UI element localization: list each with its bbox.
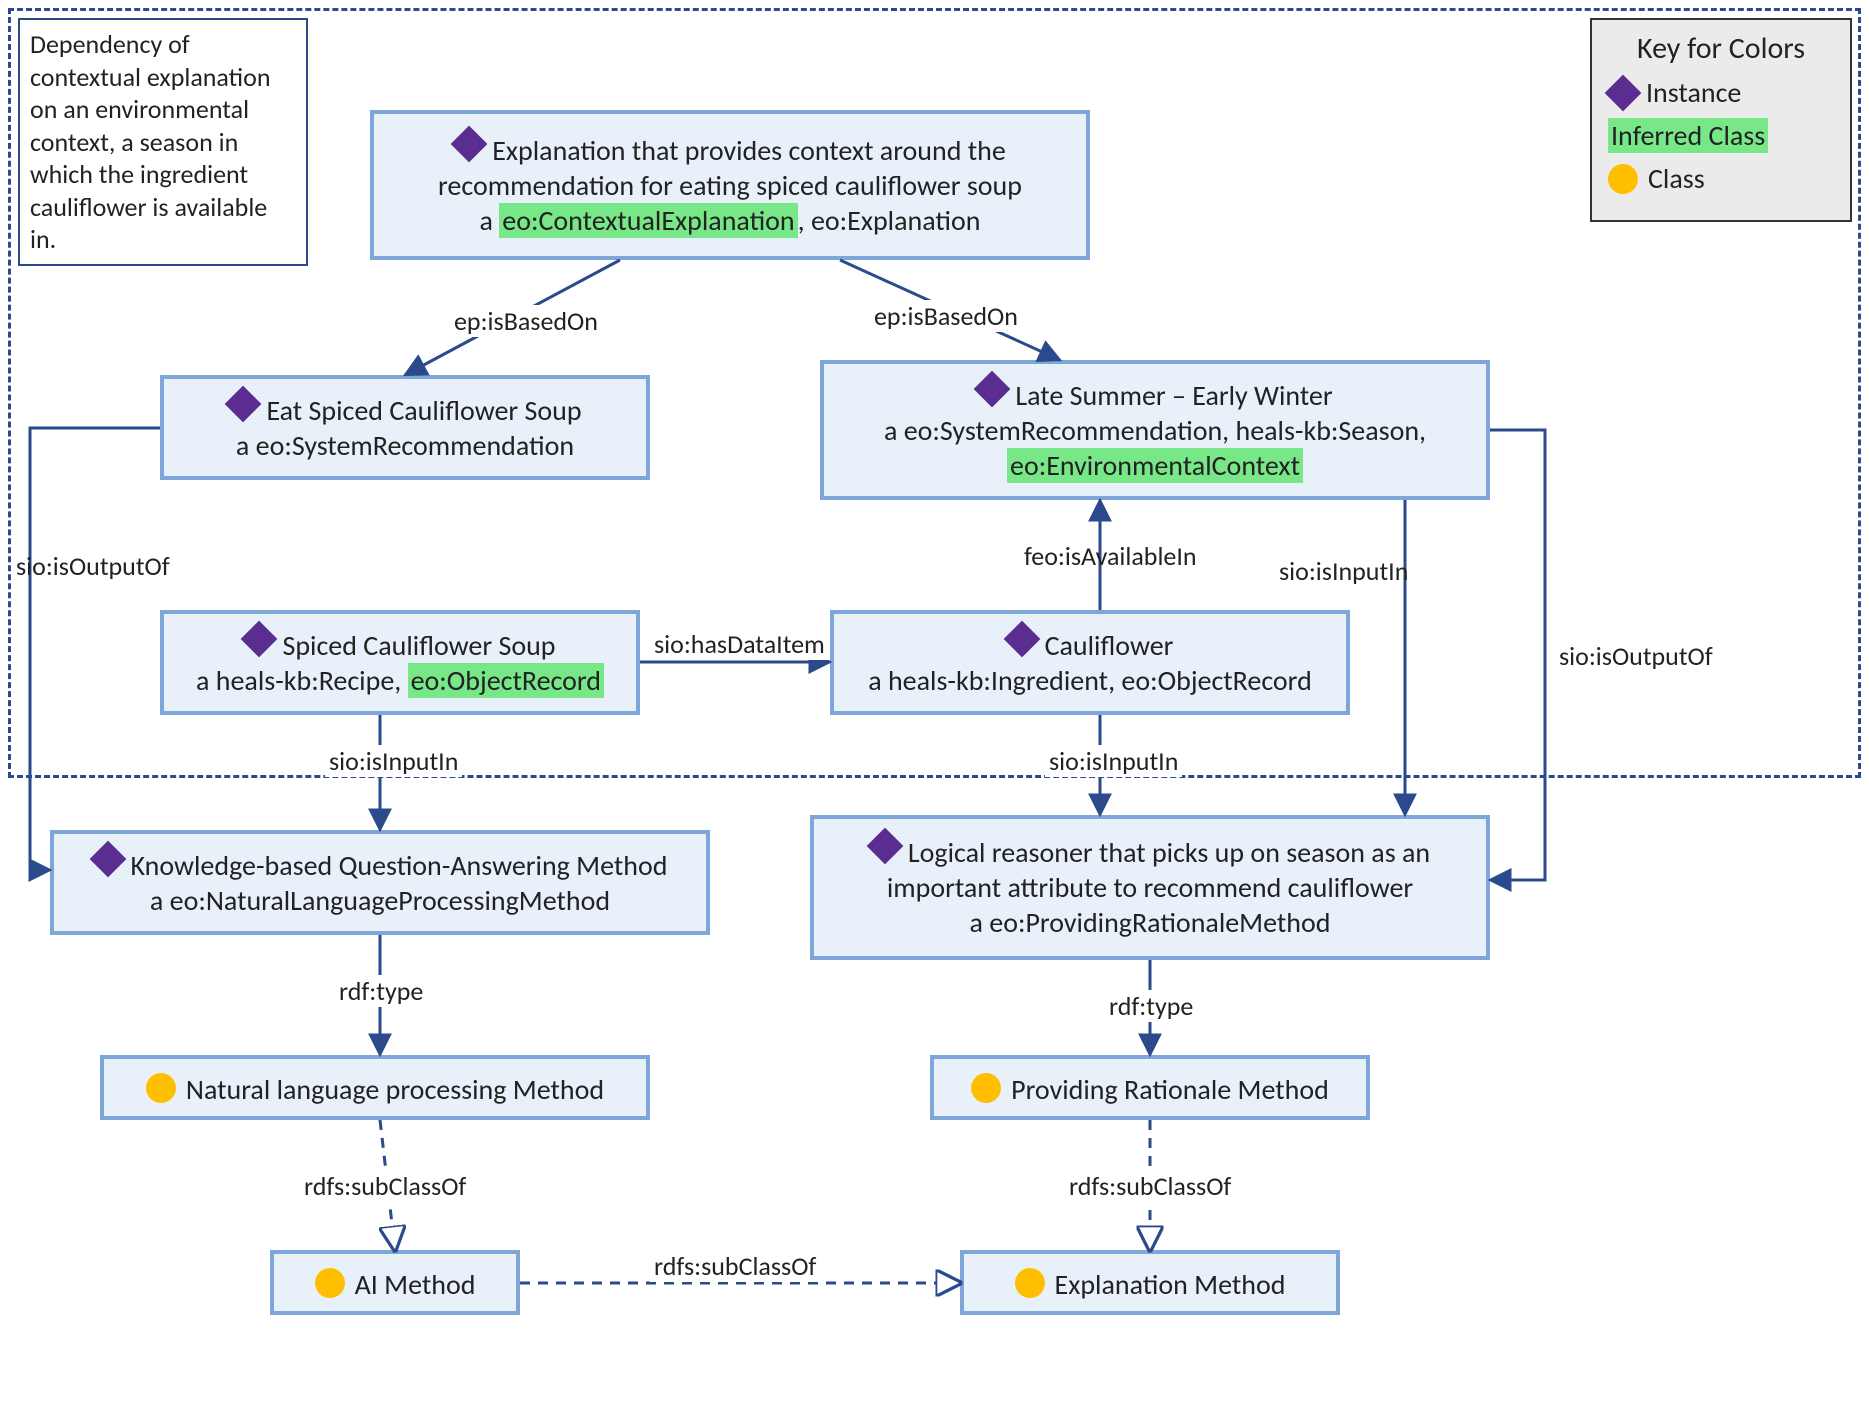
diamond-icon	[867, 828, 904, 865]
diamond-icon	[451, 125, 488, 162]
node-season: Late Summer – Early Winter a eo:SystemRe…	[820, 360, 1490, 500]
note-text: Dependency of contextual explanation on …	[30, 28, 271, 255]
legend-instance-label: Instance	[1646, 75, 1741, 110]
node-ingredient: Cauliflower a heals-kb:Ingredient, eo:Ob…	[830, 610, 1350, 715]
node-contextual-explanation: Explanation that provides context around…	[370, 110, 1090, 260]
node-rationale-method-class: Providing Rationale Method	[930, 1055, 1370, 1120]
diamond-icon	[974, 370, 1011, 407]
legend-title: Key for Colors	[1608, 30, 1834, 67]
n4-inferred: eo:ObjectRecord	[408, 663, 604, 698]
n1-line1: Explanation that provides context around…	[492, 133, 1006, 168]
legend-inferred-row: Inferred Class	[1608, 118, 1834, 153]
node-eat-soup: Eat Spiced Cauliflower Soup a eo:SystemR…	[160, 375, 650, 480]
edge-hasdataitem: sio:hasDataItem	[650, 628, 829, 660]
edge-subclassof-left: rdfs:subClassOf	[300, 1170, 470, 1202]
edge-isinputin-right: sio:isInputIn	[1275, 555, 1412, 587]
circle-icon	[315, 1268, 345, 1298]
edge-isbasedon-left: ep:isBasedOn	[450, 305, 602, 337]
n10-text: AI Method	[355, 1267, 476, 1302]
legend-instance-row: Instance	[1608, 75, 1834, 110]
diamond-icon	[225, 385, 262, 422]
edge-isoutputof-right: sio:isOutputOf	[1555, 640, 1717, 672]
circle-icon	[1608, 164, 1638, 194]
node-logical-reasoner: Logical reasoner that picks up on season…	[810, 815, 1490, 960]
node-kb-qa-method: Knowledge-based Question-Answering Metho…	[50, 830, 710, 935]
node-explanation-method-class: Explanation Method	[960, 1250, 1340, 1315]
n7-line2: important attribute to recommend caulifl…	[887, 870, 1413, 905]
legend-inferred-label: Inferred Class	[1608, 118, 1768, 153]
edge-subclassof-horiz: rdfs:subClassOf	[650, 1250, 820, 1282]
n4-line1: Spiced Cauliflower Soup	[282, 628, 555, 663]
n1-line2: recommendation for eating spiced caulifl…	[438, 168, 1022, 203]
n7-line1: Logical reasoner that picks up on season…	[908, 835, 1430, 870]
n5-line1: Cauliflower	[1045, 628, 1174, 663]
edge-isinputin-n4: sio:isInputIn	[325, 745, 462, 777]
circle-icon	[971, 1073, 1001, 1103]
n3-line1: Late Summer – Early Winter	[1015, 378, 1332, 413]
n5-line2: a heals-kb:Ingredient, eo:ObjectRecord	[868, 663, 1312, 698]
legend: Key for Colors Instance Inferred Class C…	[1590, 18, 1852, 222]
legend-class-label: Class	[1648, 161, 1705, 196]
n3-inferred: eo:EnvironmentalContext	[1007, 448, 1303, 483]
n6-line2: a eo:NaturalLanguageProcessingMethod	[150, 883, 610, 918]
n4-line2a: a heals-kb:Recipe,	[196, 663, 408, 698]
diamond-icon	[241, 620, 278, 657]
n6-line1: Knowledge-based Question-Answering Metho…	[131, 848, 668, 883]
edge-isavailablein: feo:isAvailableIn	[1020, 540, 1201, 572]
n2-line1: Eat Spiced Cauliflower Soup	[266, 393, 581, 428]
edge-isoutputof-left: sio:isOutputOf	[12, 550, 174, 582]
n2-line2: a eo:SystemRecommendation	[236, 428, 574, 463]
note-box: Dependency of contextual explanation on …	[18, 18, 308, 266]
edge-subclassof-right: rdfs:subClassOf	[1065, 1170, 1235, 1202]
edge-isbasedon-right: ep:isBasedOn	[870, 300, 1022, 332]
n9-text: Providing Rationale Method	[1011, 1072, 1329, 1107]
node-ai-method-class: AI Method	[270, 1250, 520, 1315]
circle-icon	[1015, 1268, 1045, 1298]
n11-text: Explanation Method	[1055, 1267, 1286, 1302]
n7-line3: a eo:ProvidingRationaleMethod	[970, 905, 1331, 940]
edge-rdftype-left: rdf:type	[335, 975, 427, 1007]
n1-inferred: eo:ContextualExplanation	[499, 203, 797, 238]
node-nlp-method-class: Natural language processing Method	[100, 1055, 650, 1120]
edge-rdftype-right: rdf:type	[1105, 990, 1197, 1022]
legend-class-row: Class	[1608, 161, 1834, 196]
n3-line2: a eo:SystemRecommendation, heals-kb:Seas…	[884, 413, 1426, 448]
diamond-icon	[89, 840, 126, 877]
node-recipe: Spiced Cauliflower Soup a heals-kb:Recip…	[160, 610, 640, 715]
n8-text: Natural language processing Method	[186, 1072, 604, 1107]
diamond-icon	[1605, 74, 1642, 111]
edge-isinputin-n5: sio:isInputIn	[1045, 745, 1182, 777]
n1-line3c: , eo:Explanation	[798, 203, 981, 238]
diamond-icon	[1003, 620, 1040, 657]
circle-icon	[146, 1073, 176, 1103]
n1-line3a: a	[480, 203, 500, 238]
